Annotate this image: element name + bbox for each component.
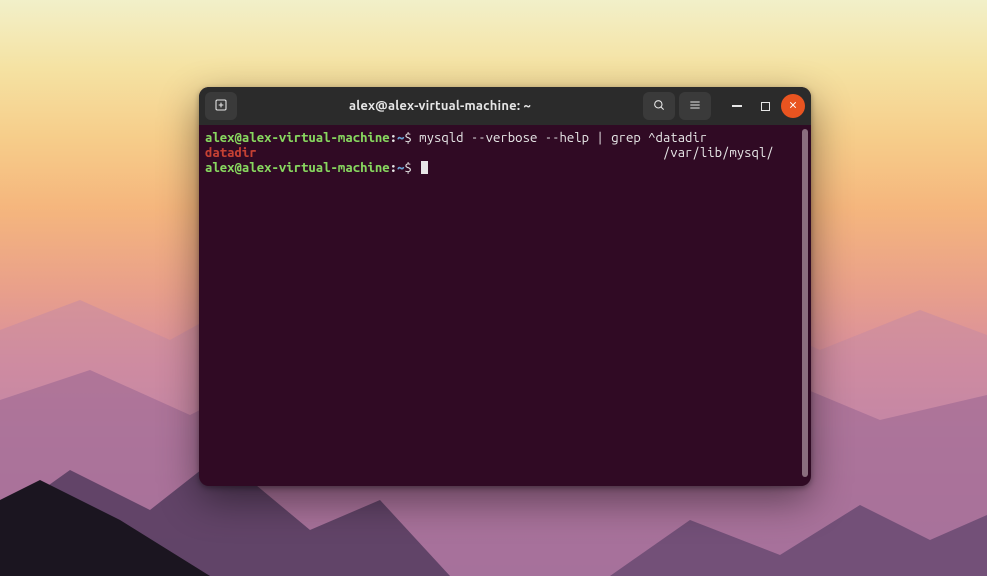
terminal-scrollbar[interactable] <box>802 129 808 477</box>
terminal-cursor <box>421 161 428 174</box>
prompt-dollar: $ <box>404 161 411 175</box>
terminal-content[interactable]: alex@alex-virtual-machine:~$ mysqld --ve… <box>199 125 811 486</box>
output-value: /var/lib/mysql/ <box>663 146 774 160</box>
prompt-sep: : <box>390 131 397 145</box>
window-title: alex@alex-virtual-machine: ~ <box>243 99 637 113</box>
menu-button[interactable] <box>679 92 711 120</box>
search-button[interactable] <box>643 92 675 120</box>
close-button[interactable] <box>781 94 805 118</box>
terminal-viewport[interactable]: alex@alex-virtual-machine:~$ mysqld --ve… <box>199 125 811 486</box>
terminal-line-1: alex@alex-virtual-machine:~$ mysqld --ve… <box>205 131 707 145</box>
search-icon <box>651 97 667 116</box>
minimize-icon <box>732 105 742 107</box>
desktop-wallpaper: alex@alex-virtual-machine: ~ <box>0 0 987 576</box>
prompt-dollar: $ <box>404 131 411 145</box>
maximize-icon <box>761 102 770 111</box>
close-icon <box>787 99 799 114</box>
prompt-sep: : <box>390 161 397 175</box>
prompt-user-host: alex@alex-virtual-machine <box>205 131 390 145</box>
titlebar[interactable]: alex@alex-virtual-machine: ~ <box>199 87 811 125</box>
grep-match-text: datadir <box>205 146 257 160</box>
terminal-line-3: alex@alex-virtual-machine:~$ <box>205 161 428 175</box>
new-tab-icon <box>213 97 229 116</box>
terminal-window: alex@alex-virtual-machine: ~ <box>199 87 811 486</box>
minimize-button[interactable] <box>725 94 749 118</box>
new-tab-button[interactable] <box>205 92 237 120</box>
output-spacing <box>257 146 663 160</box>
command-text: mysqld --verbose --help | grep ^datadir <box>412 131 707 145</box>
terminal-line-2: datadir /var/lib/mysql/ <box>205 146 774 160</box>
prompt-user-host: alex@alex-virtual-machine <box>205 161 390 175</box>
maximize-button[interactable] <box>753 94 777 118</box>
hamburger-menu-icon <box>687 97 703 116</box>
